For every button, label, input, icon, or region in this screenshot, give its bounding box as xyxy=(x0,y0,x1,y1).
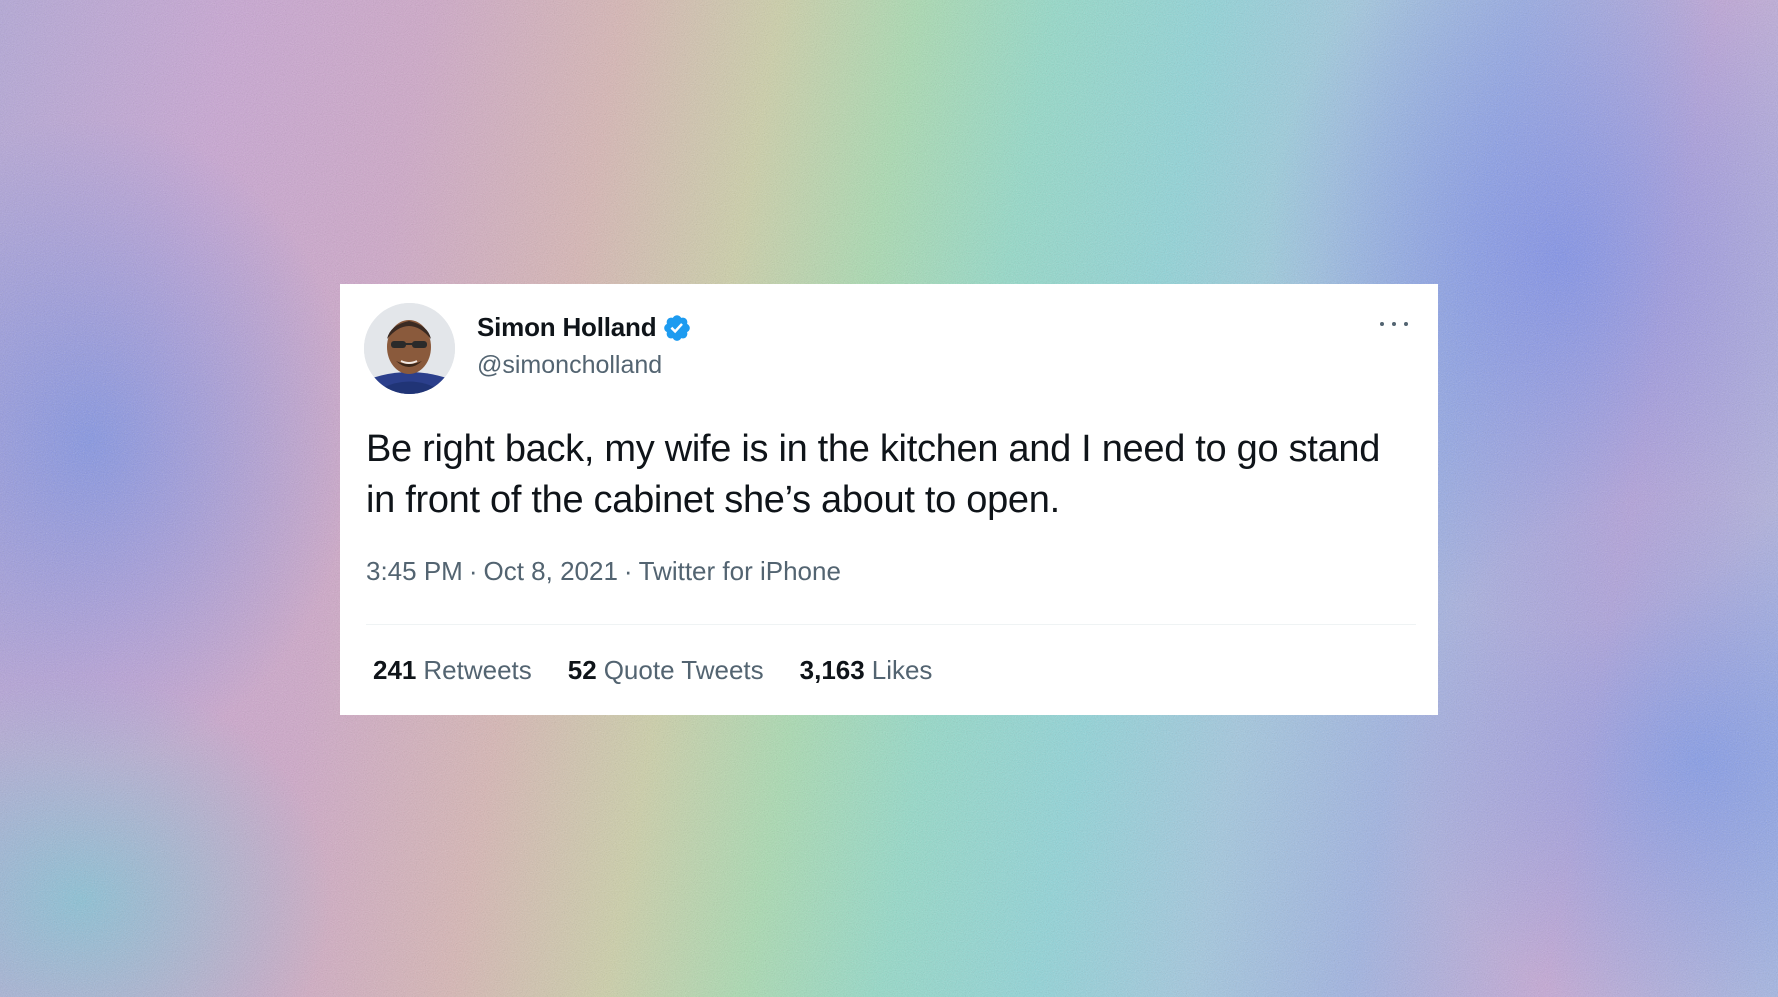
retweets-stat[interactable]: 241 Retweets xyxy=(373,655,532,686)
likes-label: Likes xyxy=(871,655,933,685)
tweet-metadata: 3:45 PM · Oct 8, 2021 · Twitter for iPhone xyxy=(366,556,841,587)
retweets-label: Retweets xyxy=(423,655,532,685)
tweet-source[interactable]: Twitter for iPhone xyxy=(639,556,841,586)
tweet-card: Simon Holland @simoncholland Be right ba… xyxy=(340,284,1438,715)
tweet-date[interactable]: Oct 8, 2021 xyxy=(484,556,618,586)
quote-tweets-count: 52 xyxy=(567,655,597,685)
retweets-count: 241 xyxy=(373,655,417,685)
author-handle[interactable]: @simoncholland xyxy=(477,351,662,380)
avatar[interactable] xyxy=(364,303,455,394)
tweet-time[interactable]: 3:45 PM xyxy=(366,556,463,586)
meta-separator: · xyxy=(468,556,478,586)
verified-badge-icon xyxy=(664,314,691,341)
likes-count: 3,163 xyxy=(799,655,865,685)
dot xyxy=(1380,322,1384,326)
more-horizontal-icon[interactable] xyxy=(1374,314,1414,334)
engagement-stats: 241 Retweets 52 Quote Tweets 3,163 Likes xyxy=(373,655,932,686)
dot xyxy=(1392,322,1396,326)
dot xyxy=(1404,322,1408,326)
tweet-text: Be right back, my wife is in the kitchen… xyxy=(366,428,1381,521)
author-name[interactable]: Simon Holland xyxy=(477,312,657,343)
meta-separator: · xyxy=(623,556,633,586)
avatar-image xyxy=(364,303,455,394)
author-name-row: Simon Holland xyxy=(477,312,692,343)
quote-tweets-stat[interactable]: 52 Quote Tweets xyxy=(568,655,764,686)
quote-tweets-label: Quote Tweets xyxy=(603,655,764,685)
divider xyxy=(366,624,1416,625)
likes-stat[interactable]: 3,163 Likes xyxy=(800,655,933,686)
